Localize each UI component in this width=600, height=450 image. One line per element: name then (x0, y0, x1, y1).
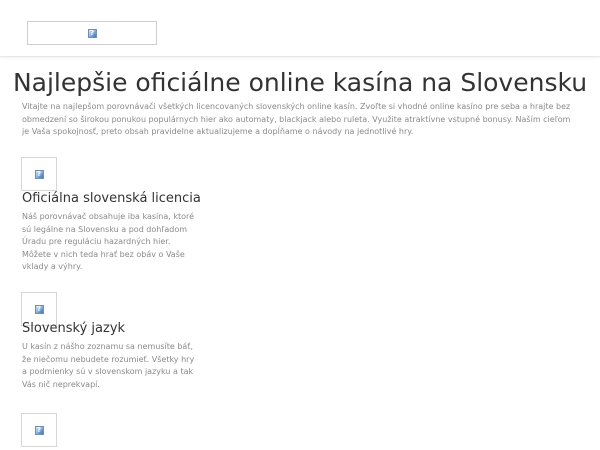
broken-image-icon: ? (34, 425, 44, 435)
top-navigation-bar: ? (0, 0, 600, 57)
feature-title-language: Slovenský jazyk (22, 321, 126, 336)
feature-text-language: U kasín z nášho zoznamu sa nemusíte báť,… (22, 342, 195, 389)
feature-image-license: ? (21, 157, 57, 191)
feature-image-third: ? (21, 413, 57, 447)
site-logo[interactable]: ? (27, 21, 157, 45)
intro-paragraph: Vitajte na najlepšom porovnávači všetkýc… (22, 102, 571, 136)
feature-text-license: Náš porovnávač obsahuje iba kasína, ktor… (22, 212, 195, 271)
broken-image-icon: ? (34, 169, 44, 179)
broken-image-icon: ? (87, 28, 97, 38)
feature-title-license: Oficiálna slovenská licencia (22, 191, 201, 206)
page-title: Najlepšie oficiálne online kasína na Slo… (12, 68, 588, 97)
broken-image-icon: ? (34, 304, 44, 314)
